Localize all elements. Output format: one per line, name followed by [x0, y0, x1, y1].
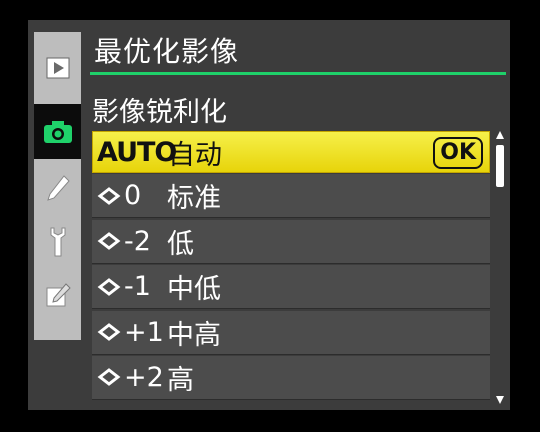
option-minus1[interactable]: -1 中低 [92, 265, 490, 310]
option-plus1[interactable]: +1 中高 [92, 310, 490, 355]
tab-setup[interactable] [34, 218, 81, 266]
diamond-icon [97, 323, 121, 341]
diamond-icon [97, 186, 121, 205]
scroll-down-icon[interactable] [496, 396, 504, 404]
tab-retouch[interactable] [34, 272, 81, 320]
wrench-icon [50, 227, 65, 257]
playback-icon [46, 57, 69, 79]
menu-sidebar [34, 32, 81, 340]
option-code-wrap: +1 [92, 317, 166, 348]
option-0[interactable]: 0 标准 [92, 174, 490, 219]
menu-title: 最优化影像 [94, 35, 240, 68]
scrollbar[interactable] [496, 131, 504, 404]
option-minus2[interactable]: -2 低 [92, 219, 490, 264]
option-code: +2 [124, 361, 164, 393]
option-code: +1 [124, 316, 164, 348]
option-label: 低 [167, 228, 194, 260]
retouch-icon [46, 283, 71, 307]
pencil-icon [46, 175, 70, 201]
option-code: -2 [124, 225, 151, 257]
camera-menu-screen: 最优化影像 影像锐利化 AUTO 自动 OK 0 标准 -2 低 -1 中低 +… [28, 20, 510, 410]
option-label: 中低 [167, 274, 221, 306]
option-code: -1 [124, 271, 151, 303]
scroll-thumb[interactable] [496, 145, 504, 187]
title-divider [90, 72, 506, 75]
option-code-wrap: 0 [92, 180, 166, 211]
diamond-icon [97, 277, 121, 296]
diamond-icon [97, 232, 121, 251]
option-code: AUTO [97, 136, 177, 168]
option-label: 中高 [167, 319, 221, 351]
option-auto[interactable]: AUTO 自动 OK [92, 131, 490, 173]
ok-badge: OK [433, 137, 483, 169]
option-list: AUTO 自动 OK 0 标准 -2 低 -1 中低 +1 中高 +2 高 [92, 131, 490, 401]
option-code-wrap: +2 [92, 362, 166, 393]
tab-playback[interactable] [34, 44, 81, 92]
tab-custom[interactable] [34, 164, 81, 212]
option-code: 0 [124, 180, 142, 212]
option-code-wrap: -2 [92, 226, 166, 257]
option-code-wrap: -1 [92, 271, 166, 302]
tab-shooting[interactable] [34, 104, 81, 159]
option-plus2[interactable]: +2 高 [92, 355, 490, 400]
submenu-title: 影像锐利化 [92, 97, 227, 128]
diamond-icon [97, 368, 121, 387]
camera-icon [43, 120, 72, 143]
option-label: 自动 [168, 139, 222, 171]
option-label: 高 [167, 364, 194, 396]
option-label: 标准 [167, 183, 221, 215]
scroll-up-icon[interactable] [496, 131, 504, 139]
